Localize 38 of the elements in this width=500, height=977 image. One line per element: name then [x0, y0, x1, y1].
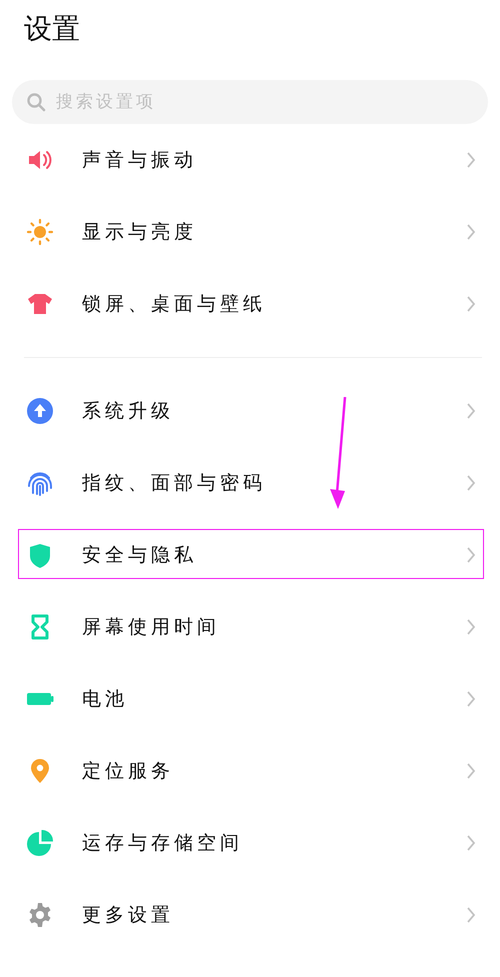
chevron-right-icon [466, 906, 476, 924]
settings-item[interactable]: 锁屏、桌面与壁纸 [10, 268, 488, 340]
chevron-right-icon [466, 690, 476, 708]
chevron-right-icon [466, 834, 476, 852]
item-label: 更多设置 [82, 903, 175, 928]
settings-item[interactable]: 安全与隐私 [10, 519, 488, 591]
chevron-right-icon [466, 151, 476, 169]
upload-icon [26, 397, 54, 425]
settings-item[interactable]: 定位服务 [10, 735, 488, 807]
settings-item[interactable]: 指纹、面部与密码 [10, 447, 488, 519]
settings-item[interactable]: 系统升级 [10, 375, 488, 447]
item-label: 运存与存储空间 [82, 831, 244, 856]
chevron-right-icon [466, 762, 476, 780]
chevron-right-icon [466, 223, 476, 241]
item-label: 电池 [82, 687, 129, 712]
item-label: 屏幕使用时间 [82, 615, 221, 640]
chevron-right-icon [466, 546, 476, 564]
item-label: 显示与亮度 [82, 220, 198, 245]
chevron-right-icon [466, 474, 476, 492]
settings-item[interactable]: 电池 [10, 663, 488, 735]
pie-chart-icon [26, 829, 54, 857]
settings-item[interactable]: 显示与亮度 [10, 196, 488, 268]
settings-item[interactable]: 运存与存储空间 [10, 807, 488, 879]
chevron-right-icon [466, 295, 476, 313]
item-label: 锁屏、桌面与壁纸 [82, 292, 267, 317]
page-title: 设置 [23, 11, 81, 47]
item-label: 系统升级 [82, 399, 175, 424]
sun-icon [26, 218, 54, 246]
settings-item[interactable]: 屏幕使用时间 [10, 591, 488, 663]
item-label: 安全与隐私 [82, 543, 198, 568]
item-label: 定位服务 [82, 759, 175, 784]
search-icon [26, 92, 46, 112]
chevron-right-icon [466, 618, 476, 636]
settings-item[interactable]: 声音与振动 [10, 124, 488, 196]
chevron-right-icon [466, 402, 476, 420]
item-label: 指纹、面部与密码 [82, 471, 267, 496]
item-label: 声音与振动 [82, 148, 198, 173]
settings-item[interactable]: 更多设置 [10, 879, 488, 951]
